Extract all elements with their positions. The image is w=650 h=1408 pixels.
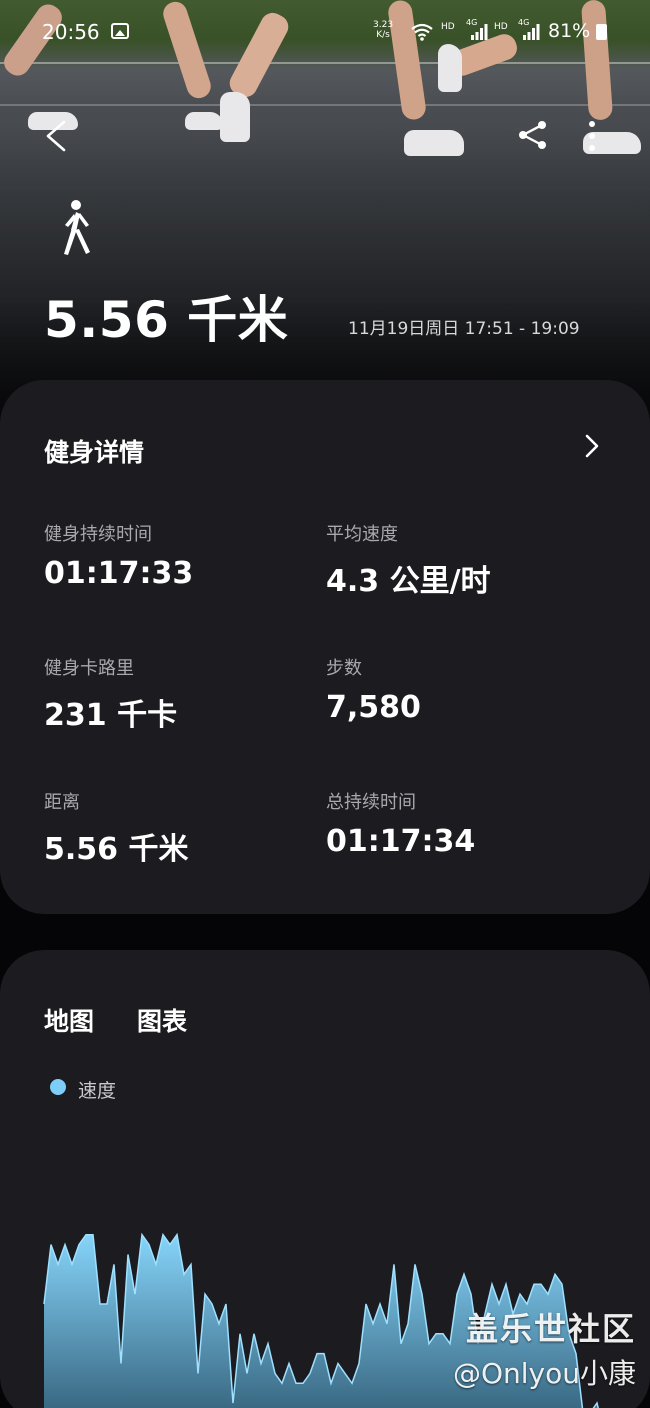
metric-label: 健身持续时间 [44,524,152,545]
road-lane-line [0,104,650,106]
metric-total-duration: 总持续时间 01:17:34 [326,788,475,859]
metric-average-speed: 平均速度 4.3 公里/时 [326,520,491,600]
network-speed-value: 3.23 [373,20,394,30]
metric-label: 平均速度 [326,524,398,545]
signal-strength-icon [523,24,540,40]
watermark-community: 盖乐世社区 [465,1310,636,1348]
gallery-notification-icon [111,23,129,39]
metric-calories: 健身卡路里 231 千卡 [44,654,177,734]
road-lane-line [0,62,650,64]
network-speed-unit: K/s [376,30,390,40]
metric-value: 7,580 [326,690,421,725]
metric-value: 01:17:33 [44,556,194,591]
metric-value: 4.3 公里/时 [326,564,491,599]
sim1-hd-label: HD [441,22,455,32]
sim2-hd-label: HD [494,22,508,32]
more-options-button[interactable] [580,118,604,154]
metric-workout-duration: 健身持续时间 01:17:33 [44,520,193,591]
metric-steps: 步数 7,580 [326,654,421,725]
status-bar: 20:56 3.23 K/s HD 4G HD 4G 81% [0,0,650,62]
workout-date-range: 11月19日周日 17:51 - 19:09 [348,319,580,339]
running-shoe [404,130,464,156]
metric-value: 231 千卡 [44,698,178,733]
metric-value: 01:17:34 [326,824,476,859]
details-title: 健身详情 [44,438,145,467]
running-shoe [185,112,223,130]
signal-strength-icon [471,24,488,40]
workout-details-card[interactable]: 健身详情 健身持续时间 01:17:33 平均速度 4.3 公里/时 健身卡路里… [0,380,650,914]
metric-label: 健身卡路里 [44,658,134,679]
chevron-right-icon[interactable] [580,430,604,462]
battery-icon [596,24,607,40]
hero-photo [0,0,650,420]
back-button[interactable] [40,118,76,154]
battery-level: 81% [548,20,591,42]
metric-value: 5.56 千米 [44,832,189,867]
metric-distance: 距离 5.56 千米 [44,788,188,868]
metric-label: 距离 [44,792,80,813]
metric-label: 步数 [326,658,362,679]
status-time: 20:56 [42,20,100,44]
walk-icon [64,200,90,255]
total-distance: 5.56 千米 [44,291,289,349]
metric-label: 总持续时间 [326,792,416,813]
watermark-author: @Onlyou小康 [452,1357,636,1390]
network-speed: 3.23 K/s [373,20,393,40]
wifi-icon [411,23,433,41]
share-button[interactable] [516,118,550,152]
running-shoe [220,92,250,142]
